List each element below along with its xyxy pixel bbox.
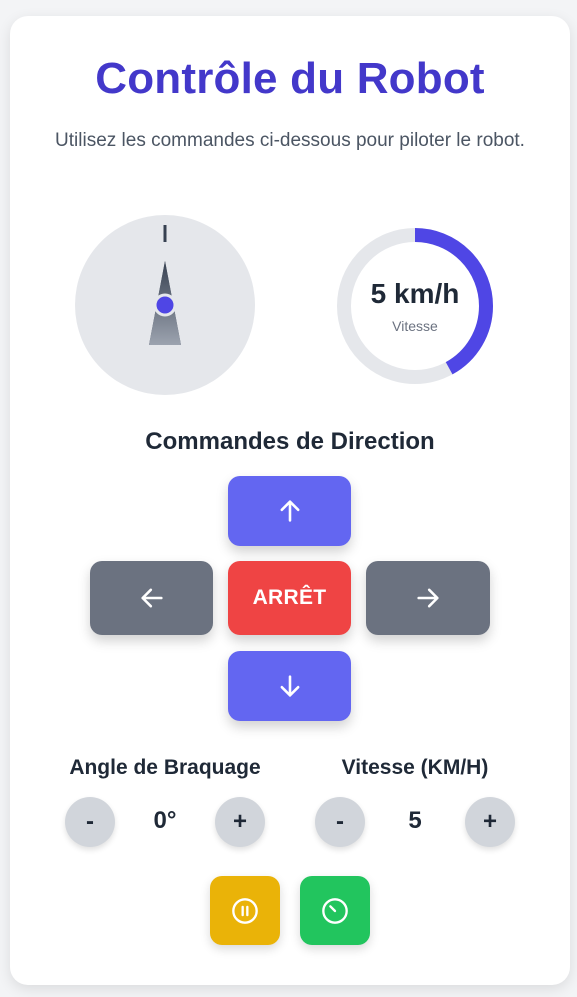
speed-increase-button[interactable]: +	[465, 797, 515, 847]
pause-button[interactable]	[210, 876, 280, 945]
speed-value: 5	[408, 807, 422, 834]
direction-title: Commandes de Direction	[145, 428, 435, 455]
speed-decrease-button[interactable]: -	[315, 797, 365, 847]
right-button[interactable]	[366, 561, 490, 635]
steering-label: Angle de Braquage	[69, 756, 261, 779]
backward-button[interactable]	[228, 651, 351, 721]
speed-label: Vitesse (KM/H)	[341, 756, 489, 779]
control-card: Contrôle du Robot Utilisez les commandes…	[10, 16, 570, 985]
arrow-up-icon	[280, 500, 299, 522]
speed-gauge-label: Vitesse	[392, 318, 438, 334]
steering-increase-button[interactable]: +	[215, 797, 265, 847]
speed-gauge-value: 5 km/h	[370, 278, 460, 309]
speed-gauge: 5 km/h Vitesse	[335, 226, 495, 386]
pause-icon	[232, 897, 258, 924]
page-title: Contrôle du Robot	[95, 54, 485, 103]
steering-decrease-button[interactable]: -	[65, 797, 115, 847]
forward-button[interactable]	[228, 476, 351, 546]
steering-value: 0°	[153, 807, 177, 834]
arrow-down-icon	[280, 675, 299, 697]
arrow-left-icon	[140, 588, 163, 608]
stop-button[interactable]: ARRÊT	[228, 561, 351, 635]
compass	[75, 215, 255, 395]
timer-icon	[322, 897, 348, 924]
left-button[interactable]	[90, 561, 213, 635]
page-subtitle: Utilisez les commandes ci-dessous pour p…	[55, 130, 525, 151]
timer-button[interactable]	[300, 876, 370, 945]
compass-needle-icon	[149, 225, 181, 345]
arrow-right-icon	[417, 588, 439, 608]
